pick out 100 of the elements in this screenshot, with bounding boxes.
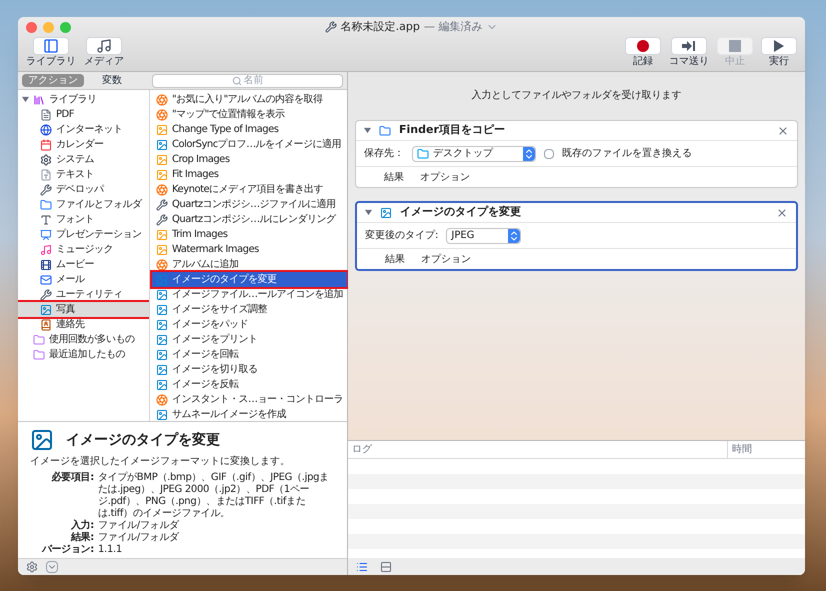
library-item[interactable]: テキスト <box>18 167 149 182</box>
aperture-icon <box>156 108 168 120</box>
action-item[interactable]: Change Type of Images <box>152 122 347 137</box>
footer-tab[interactable]: 結果 <box>384 170 404 184</box>
action-item[interactable]: Keynoteにメディア項目を書き出す <box>152 182 347 197</box>
library-item[interactable]: ミュージック <box>18 242 149 257</box>
item-icon <box>156 364 168 376</box>
action-item[interactable]: Trim Images <box>152 227 347 242</box>
field-value: ファイル/フォルダ <box>98 532 180 544</box>
library-item[interactable]: 最近追加したもの <box>18 347 149 362</box>
tab[interactable]: 変数 <box>96 74 128 87</box>
close-icon[interactable] <box>776 206 788 218</box>
action-item[interactable]: ColorSyncプロフ…ルをイメージに適用 <box>152 137 347 152</box>
disclosure-triangle[interactable] <box>364 127 371 134</box>
disclosure-triangle[interactable] <box>22 96 29 103</box>
library-item[interactable]: フォント <box>18 212 149 227</box>
step-icon <box>682 41 696 51</box>
item-icon <box>156 168 168 180</box>
toolbar-label: 実行 <box>769 57 789 67</box>
toolbar-button[interactable] <box>761 37 797 55</box>
library-item[interactable]: ライブラリ <box>18 92 149 107</box>
action-item[interactable]: イメージを反転 <box>152 377 347 392</box>
popup-menu[interactable]: デスクトップ <box>412 146 536 162</box>
action-item[interactable]: インスタント・ス…ョー・コントローラ <box>152 392 347 407</box>
wrench-icon <box>40 184 52 196</box>
footer-tab[interactable]: 結果 <box>385 252 405 266</box>
library-item[interactable]: ユーティリティ <box>18 287 149 302</box>
field-label: 入力: <box>70 520 94 532</box>
column-header[interactable]: ログ <box>348 441 727 458</box>
toolbar-label: ライブラリ <box>26 57 76 67</box>
action-item[interactable]: イメージを回転 <box>152 347 347 362</box>
library-item[interactable]: ファイルとフォルダ <box>18 197 149 212</box>
library-item[interactable]: プレゼンテーション <box>18 227 149 242</box>
action-item[interactable]: イメージを切り取る <box>152 362 347 377</box>
library-item[interactable]: カレンダー <box>18 137 149 152</box>
app-icon <box>324 21 337 33</box>
search-icon <box>232 76 242 86</box>
action-item[interactable]: イメージのタイプを変更 <box>152 272 347 287</box>
checkbox-label: 既存のファイルを置き換える <box>562 146 692 161</box>
library-item[interactable]: ムービー <box>18 257 149 272</box>
field-label: 必要項目: <box>50 472 94 485</box>
action-item[interactable]: "お気に入り"アルバムの内容を取得 <box>152 92 347 107</box>
item-icon <box>40 168 52 180</box>
close-icon[interactable] <box>777 124 789 136</box>
action-item[interactable]: イメージをサイズ調整 <box>152 302 347 317</box>
item-icon <box>379 124 391 136</box>
action-item[interactable]: Quartzコンポジシ…ルにレンダリング <box>152 212 347 227</box>
checkbox[interactable] <box>544 148 554 158</box>
disclosure-triangle[interactable] <box>365 209 372 216</box>
field-label: 変更後のタイプ: <box>365 228 438 243</box>
search-field[interactable]: 名前 <box>152 74 343 88</box>
column-header[interactable]: 時間 <box>727 441 805 458</box>
item-icon <box>40 108 52 120</box>
popup-menu[interactable]: JPEG <box>446 228 522 244</box>
toolbar-button[interactable] <box>86 37 122 55</box>
image-icon <box>30 428 54 452</box>
stop-icon <box>729 40 741 52</box>
action-item[interactable]: イメージファイル…ールアイコンを追加 <box>152 287 347 302</box>
action-item[interactable]: Crop Images <box>152 152 347 167</box>
action-item[interactable]: アルバムに追加 <box>152 257 347 272</box>
action-item[interactable]: Fit Images <box>152 167 347 182</box>
item-icon <box>40 214 52 226</box>
field-value: ファイル/フォルダ <box>98 520 180 532</box>
action-card[interactable]: イメージのタイプを変更 変更後のタイプ: JPEG 結果 オプション <box>355 201 798 271</box>
library-item[interactable]: インターネット <box>18 122 149 137</box>
aperture-icon <box>156 184 168 196</box>
action-item[interactable]: イメージをプリント <box>152 332 347 347</box>
gear-icon[interactable] <box>26 561 38 573</box>
library-item[interactable]: デベロッパ <box>18 182 149 197</box>
item-icon <box>156 348 168 360</box>
folder-icon <box>417 148 429 160</box>
action-item[interactable]: Watermark Images <box>152 242 347 257</box>
action-card[interactable]: Finder項目をコピー 保存先： デスクトップ 既存のファイルを置き換える 結果 オプション <box>355 120 798 188</box>
play-icon <box>774 40 784 52</box>
toolbar-button[interactable] <box>625 37 661 55</box>
footer-tab[interactable]: オプション <box>420 170 470 184</box>
action-item[interactable]: Quartzコンポジシ…ジファイルに適用 <box>152 197 347 212</box>
action-item[interactable]: イメージをパッド <box>152 317 347 332</box>
toolbar-button[interactable] <box>671 37 707 55</box>
library-item[interactable]: 写真 <box>18 302 149 317</box>
toolbar-button[interactable] <box>33 37 69 55</box>
split-view-icon[interactable] <box>380 560 392 572</box>
footer-tab[interactable]: オプション <box>421 252 471 266</box>
library-item[interactable]: システム <box>18 152 149 167</box>
library-item[interactable]: 連絡先 <box>18 317 149 332</box>
edit-status: — 編集済み <box>424 18 482 35</box>
aperture-icon <box>156 258 168 270</box>
expand-button[interactable] <box>46 561 58 573</box>
action-item[interactable]: "マップ"で位置情報を表示 <box>152 107 347 122</box>
close-button[interactable] <box>26 22 37 32</box>
library-item[interactable]: 使用回数が多いもの <box>18 332 149 347</box>
item-icon <box>156 378 168 390</box>
item-icon <box>40 124 52 136</box>
action-item[interactable]: サムネールイメージを作成 <box>152 407 347 422</box>
toolbar-label: 中止 <box>725 57 745 67</box>
item-icon <box>156 318 168 330</box>
library-item[interactable]: メール <box>18 272 149 287</box>
library-item[interactable]: PDF <box>18 107 149 122</box>
item-icon <box>40 138 52 150</box>
wrench-icon <box>156 214 168 226</box>
